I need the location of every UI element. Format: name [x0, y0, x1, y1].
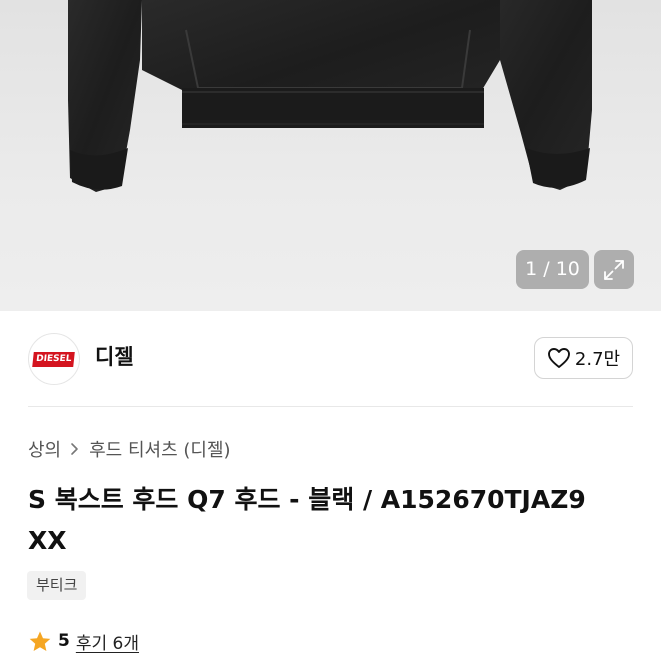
product-title: S 복스트 후드 Q7 후드 - 블랙 / A152670TJAZ9 XX — [28, 479, 628, 561]
divider — [28, 406, 633, 407]
star-icon — [29, 631, 51, 651]
brand-name[interactable]: 디젤 — [95, 343, 134, 371]
breadcrumb-item-subcategory[interactable]: 후드 티셔츠 (디젤) — [89, 436, 230, 462]
product-image-gallery[interactable]: 1 / 10 — [0, 0, 661, 311]
chevron-right-icon — [70, 442, 80, 456]
brand-logo[interactable]: DIESEL — [28, 333, 80, 385]
brand-logo-text: DIESEL — [32, 351, 76, 367]
reviews-link[interactable]: 후기 6개 — [76, 629, 139, 654]
breadcrumb: 상의 후드 티셔츠 (디젤) — [28, 435, 231, 463]
expand-button[interactable] — [594, 250, 634, 289]
product-title-line1: S 복스트 후드 Q7 후드 - 블랙 / A152670TJAZ9 — [28, 485, 586, 514]
like-count: 2.7만 — [574, 349, 621, 370]
rating-summary: 5 후기 6개 — [28, 627, 139, 655]
heart-icon — [547, 348, 570, 368]
expand-icon — [604, 259, 624, 280]
boutique-tag: 부티크 — [27, 571, 87, 600]
product-title-line2: XX — [28, 526, 67, 555]
like-button[interactable]: 2.7만 — [534, 337, 633, 379]
image-counter: 1 / 10 — [516, 250, 589, 289]
rating-score: 5 — [58, 631, 70, 651]
breadcrumb-item-category[interactable]: 상의 — [28, 436, 61, 462]
